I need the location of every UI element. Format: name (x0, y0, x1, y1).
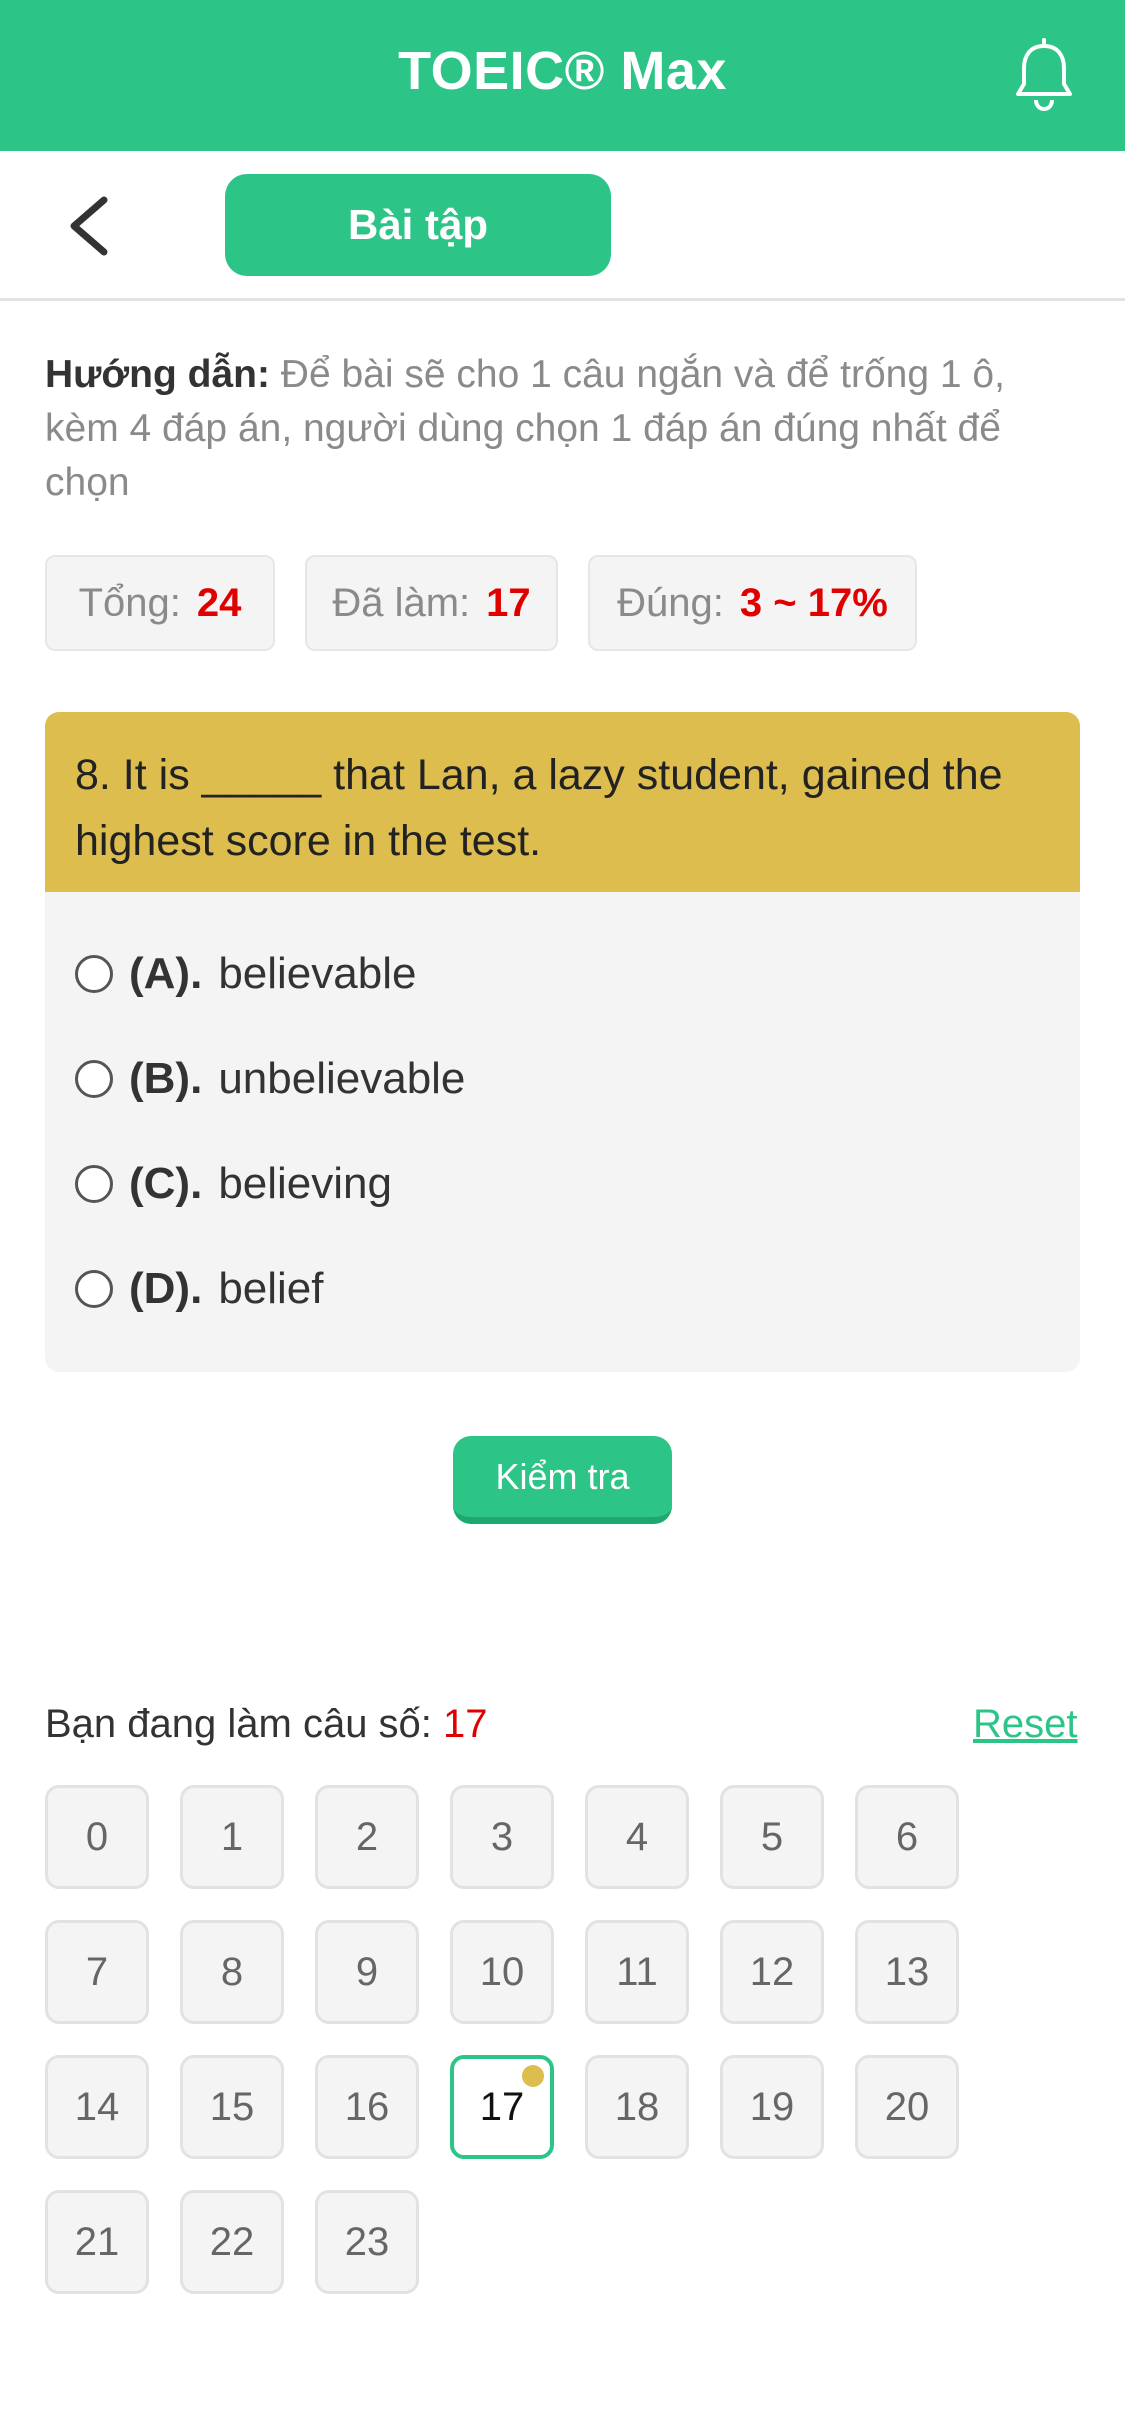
question-number-label: 18 (614, 2084, 660, 2129)
question-number-5[interactable]: 5 (720, 1785, 824, 1889)
tab-bai-tap[interactable]: Bài tập (225, 174, 611, 276)
stat-done: Đã làm: 17 (305, 555, 558, 651)
question-number-4[interactable]: 4 (585, 1785, 689, 1889)
question-number-22[interactable]: 22 (180, 2190, 284, 2294)
question-number-label: 15 (209, 2084, 255, 2129)
option-key: (C). (129, 1159, 203, 1208)
question-number-label: 20 (884, 2084, 930, 2129)
question-number-2[interactable]: 2 (315, 1785, 419, 1889)
radio-button[interactable] (75, 1270, 113, 1308)
question-number-3[interactable]: 3 (450, 1785, 554, 1889)
instruction: Hướng dẫn: Để bài sẽ cho 1 câu ngắn và đ… (45, 348, 1080, 510)
progress-label: Bạn đang làm câu số: 17 (45, 1702, 488, 1747)
question-text: 8. It is _____ that Lan, a lazy student,… (45, 712, 1080, 892)
question-number-23[interactable]: 23 (315, 2190, 419, 2294)
question-number-17[interactable]: 17 (450, 2055, 554, 2159)
question-card: 8. It is _____ that Lan, a lazy student,… (45, 712, 1080, 1372)
question-number-13[interactable]: 13 (855, 1920, 959, 2024)
question-number-15[interactable]: 15 (180, 2055, 284, 2159)
question-number-label: 0 (85, 1814, 109, 1859)
question-number-label: 10 (479, 1949, 525, 1994)
option-text: unbelievable (218, 1054, 466, 1103)
question-number-16[interactable]: 16 (315, 2055, 419, 2159)
app-title: TOEIC® Max (398, 41, 727, 101)
question-number-7[interactable]: 7 (45, 1920, 149, 2024)
question-number-label: 6 (895, 1814, 919, 1859)
question-number-21[interactable]: 21 (45, 2190, 149, 2294)
question-number-label: 11 (616, 1949, 658, 1994)
question-number-8[interactable]: 8 (180, 1920, 284, 2024)
question-number-label: 14 (74, 2084, 120, 2129)
option-key: (A). (129, 949, 203, 998)
question-number-label: 13 (884, 1949, 930, 1994)
question-number-label: 9 (355, 1949, 379, 1994)
question-number-label: 4 (625, 1814, 649, 1859)
question-number-label: 3 (490, 1814, 514, 1859)
option-text: believing (218, 1159, 392, 1208)
check-button[interactable]: Kiểm tra (453, 1436, 672, 1524)
option-text: belief (218, 1264, 324, 1313)
question-number-label: 2 (355, 1814, 379, 1859)
option-c[interactable]: (C). believing (75, 1154, 392, 1214)
question-number-label: 22 (209, 2219, 255, 2264)
option-d[interactable]: (D). belief (75, 1259, 324, 1319)
question-number-20[interactable]: 20 (855, 2055, 959, 2159)
progress-text: Bạn đang làm câu số: (45, 1702, 432, 1746)
question-number-14[interactable]: 14 (45, 2055, 149, 2159)
stat-done-label: Đã làm: (332, 580, 471, 625)
question-number-6[interactable]: 6 (855, 1785, 959, 1889)
question-number-label: 7 (85, 1949, 109, 1994)
option-key: (D). (129, 1264, 203, 1313)
option-b[interactable]: (B). unbelievable (75, 1049, 465, 1109)
question-number-18[interactable]: 18 (585, 2055, 689, 2159)
current-question-number: 17 (443, 1702, 488, 1746)
question-number-12[interactable]: 12 (720, 1920, 824, 2024)
question-number-0[interactable]: 0 (45, 1785, 149, 1889)
app-bar: TOEIC® Max (0, 0, 1125, 151)
question-number-label: 8 (220, 1949, 244, 1994)
stat-correct: Đúng: 3 ~ 17% (588, 555, 917, 651)
chevron-left-icon[interactable] (66, 196, 112, 256)
option-a[interactable]: (A). believable (75, 944, 416, 1004)
stat-total-value: 24 (196, 580, 242, 625)
stat-done-value: 17 (486, 580, 531, 625)
option-text: believable (218, 949, 417, 998)
bell-icon[interactable] (1012, 38, 1076, 112)
question-number-label: 1 (220, 1814, 244, 1859)
current-indicator-dot (522, 2065, 544, 2087)
question-number-9[interactable]: 9 (315, 1920, 419, 2024)
question-number-label: 21 (74, 2219, 120, 2264)
radio-button[interactable] (75, 955, 113, 993)
stat-correct-value: 3 ~ 17% (739, 580, 888, 625)
stat-correct-label: Đúng: (617, 580, 724, 625)
option-key: (B). (129, 1054, 203, 1103)
question-number-10[interactable]: 10 (450, 1920, 554, 2024)
question-number-label: 17 (479, 2084, 525, 2129)
stat-total: Tổng: 24 (45, 555, 275, 651)
question-number-19[interactable]: 19 (720, 2055, 824, 2159)
question-number-label: 12 (749, 1949, 795, 1994)
radio-button[interactable] (75, 1060, 113, 1098)
question-number-label: 16 (344, 2084, 390, 2129)
question-number-1[interactable]: 1 (180, 1785, 284, 1889)
stat-total-label: Tổng: (78, 580, 181, 625)
question-number-11[interactable]: 11 (585, 1920, 689, 2024)
question-number-label: 19 (749, 2084, 795, 2129)
radio-button[interactable] (75, 1165, 113, 1203)
question-number-label: 23 (344, 2219, 390, 2264)
question-number-label: 5 (760, 1814, 784, 1859)
instruction-label: Hướng dẫn: (45, 353, 270, 396)
sub-header: Bài tập (0, 151, 1125, 301)
reset-link[interactable]: Reset (973, 1702, 1078, 1747)
